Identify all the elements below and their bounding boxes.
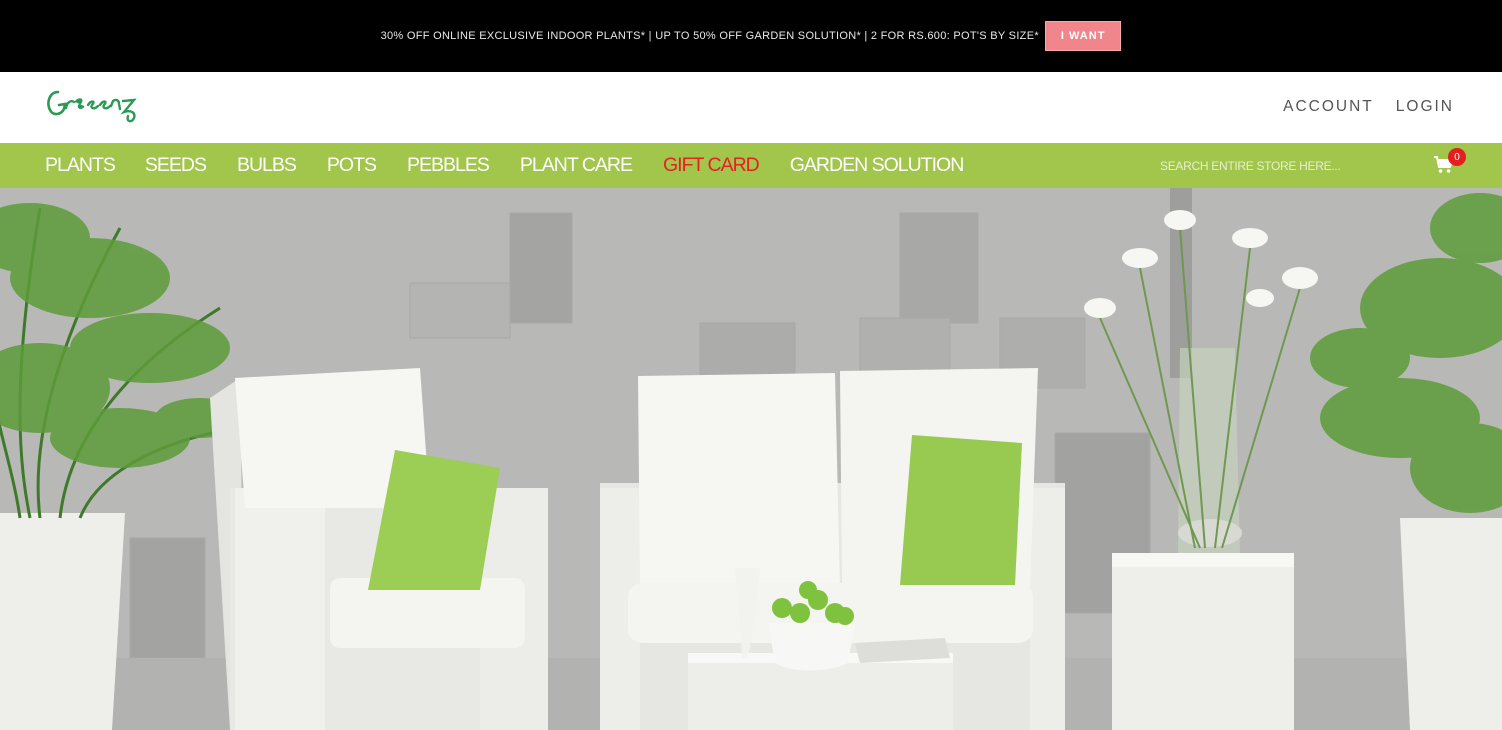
cart-button[interactable]: 0	[1434, 148, 1466, 178]
main-nav: PLANTS SEEDS BULBS POTS PEBBLES PLANT CA…	[0, 143, 1502, 188]
cart-count-badge: 0	[1448, 148, 1466, 166]
nav-item-pebbles[interactable]: PEBBLES	[407, 154, 490, 177]
nav-item-pots[interactable]: POTS	[327, 154, 377, 177]
nav-item-seeds[interactable]: SEEDS	[145, 154, 207, 177]
nav-item-garden-solution[interactable]: GARDEN SOLUTION	[790, 154, 965, 177]
nav-item-plants[interactable]: PLANTS	[45, 154, 116, 177]
search-input[interactable]	[1160, 154, 1400, 178]
hero-banner	[0, 188, 1502, 730]
greenz-logo-icon	[47, 90, 137, 123]
promo-text: 30% OFF ONLINE EXCLUSIVE INDOOR PLANTS* …	[380, 30, 1039, 42]
header: ACCOUNT LOGIN	[0, 72, 1502, 143]
i-want-button[interactable]: I WANT	[1044, 21, 1122, 51]
nav-item-gift-card[interactable]: GIFT CARD	[663, 154, 760, 177]
account-link[interactable]: ACCOUNT	[1283, 98, 1374, 116]
logo[interactable]	[44, 78, 154, 128]
nav-items: PLANTS SEEDS BULBS POTS PEBBLES PLANT CA…	[45, 154, 965, 177]
nav-item-plant-care[interactable]: PLANT CARE	[520, 154, 633, 177]
login-link[interactable]: LOGIN	[1396, 98, 1454, 116]
nav-item-bulbs[interactable]: BULBS	[237, 154, 297, 177]
header-links: ACCOUNT LOGIN	[1283, 98, 1454, 116]
promo-bar: 30% OFF ONLINE EXCLUSIVE INDOOR PLANTS* …	[0, 0, 1502, 72]
hero-image	[0, 188, 1502, 730]
